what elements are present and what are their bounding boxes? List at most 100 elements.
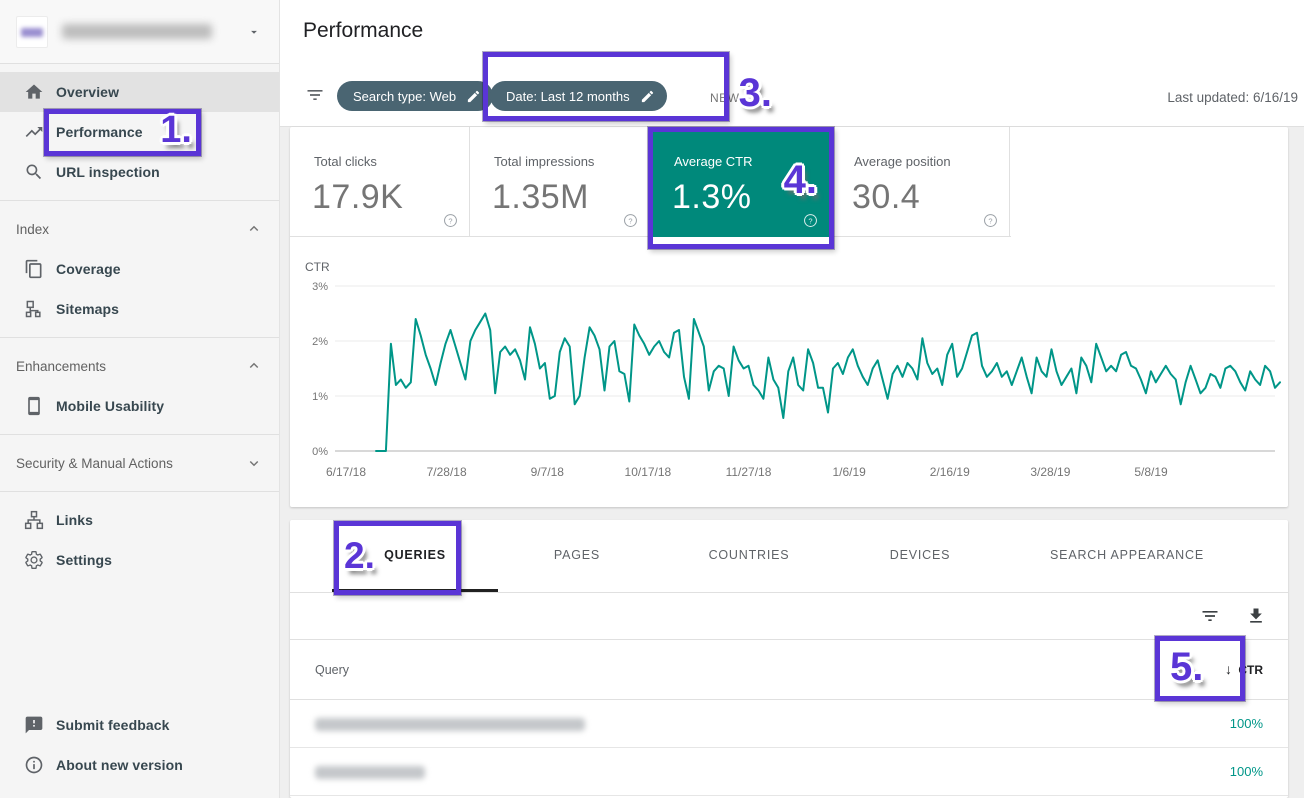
sidebar-section-index[interactable]: Index (0, 209, 279, 249)
sidebar-item-label: Settings (56, 552, 112, 568)
sidebar-item-performance[interactable]: Performance (0, 112, 279, 152)
svg-text:?: ? (628, 216, 632, 225)
divider (0, 434, 279, 435)
sidebar-bottom: Submit feedback About new version (0, 705, 279, 785)
sidebar-item-label: Coverage (56, 261, 121, 277)
sidebar-item-coverage[interactable]: Coverage (0, 249, 279, 289)
mobile-icon (24, 396, 44, 416)
tab-search-appearance[interactable]: SEARCH APPEARANCE (1050, 548, 1204, 562)
date-range-chip[interactable]: Date: Last 12 months (490, 81, 667, 111)
metric-tile-average-position[interactable]: Average position 30.4 ? (830, 127, 1010, 237)
sidebar-item-mobile-usability[interactable]: Mobile Usability (0, 386, 279, 426)
sidebar-item-label: About new version (56, 757, 183, 773)
sidebar-item-about-new-version[interactable]: About new version (0, 745, 279, 785)
links-icon (24, 510, 44, 530)
svg-text:2%: 2% (312, 336, 328, 348)
ctr-value: 100% (1230, 764, 1263, 779)
tab-queries[interactable]: QUERIES (384, 548, 446, 562)
queries-table-card: QUERIES PAGES COUNTRIES DEVICES SEARCH A… (290, 520, 1288, 798)
performance-chart-card: Total clicks 17.9K ? Total impressions 1… (290, 127, 1288, 507)
sidebar-item-label: Submit feedback (56, 717, 170, 733)
sidebar-section-security[interactable]: Security & Manual Actions (0, 443, 279, 483)
metric-tile-total-clicks[interactable]: Total clicks 17.9K ? (290, 127, 470, 237)
svg-text:?: ? (988, 216, 992, 225)
filter-list-icon[interactable] (305, 85, 325, 105)
search-type-chip[interactable]: Search type: Web (337, 81, 493, 111)
ctr-value: 100% (1230, 716, 1263, 731)
top-header: Performance (280, 0, 1304, 64)
last-updated-text: Last updated: 6/16/19 (1167, 90, 1298, 105)
tab-pages[interactable]: PAGES (554, 548, 600, 562)
download-icon[interactable] (1246, 606, 1266, 626)
edit-pencil-icon[interactable] (640, 89, 655, 104)
help-icon[interactable]: ? (803, 213, 818, 228)
property-url-blurred (62, 24, 212, 39)
help-icon[interactable]: ? (623, 213, 638, 228)
metric-tile-average-ctr[interactable]: Average CTR 1.3% ? (650, 127, 830, 237)
sidebar-item-settings[interactable]: Settings (0, 540, 279, 580)
search-icon (24, 162, 44, 182)
search-console-app: Overview Performance URL inspection Inde… (0, 0, 1304, 798)
table-row[interactable]: 100% (290, 700, 1288, 748)
dropdown-caret-icon[interactable] (247, 25, 261, 39)
help-icon[interactable]: ? (443, 213, 458, 228)
gear-icon (24, 550, 44, 570)
svg-text:1%: 1% (312, 391, 328, 403)
sidebar-item-links[interactable]: Links (0, 500, 279, 540)
ctr-line-chart: 0%1%2%3%CTR6/17/187/28/189/7/1810/17/181… (290, 255, 1288, 500)
chevron-up-icon (245, 357, 263, 375)
feedback-icon (24, 715, 44, 735)
sidebar-section-enhancements[interactable]: Enhancements (0, 346, 279, 386)
property-selector[interactable] (0, 0, 279, 64)
sidebar-item-url-inspection[interactable]: URL inspection (0, 152, 279, 192)
main-area: Performance Search type: Web Date: Last … (280, 0, 1304, 798)
svg-text:5/8/19: 5/8/19 (1134, 465, 1168, 479)
sidebar-item-label: Overview (56, 84, 119, 100)
sidebar-item-label: Sitemaps (56, 301, 119, 317)
home-icon (24, 82, 44, 102)
divider (0, 200, 279, 201)
svg-text:?: ? (808, 216, 812, 225)
svg-text:2/16/19: 2/16/19 (930, 465, 970, 479)
svg-text:10/17/18: 10/17/18 (625, 465, 672, 479)
sidebar-item-label: Performance (56, 124, 143, 140)
sidebar-item-label: Mobile Usability (56, 398, 164, 414)
blurred-query-text (315, 718, 585, 731)
sidebar-item-submit-feedback[interactable]: Submit feedback (0, 705, 279, 745)
trending-up-icon (24, 122, 44, 142)
sort-descending-arrow-icon[interactable]: ↓ (1225, 661, 1232, 677)
svg-text:3%: 3% (312, 281, 328, 293)
active-tab-underline (332, 589, 498, 592)
svg-text:6/17/18: 6/17/18 (326, 465, 366, 479)
sidebar-item-overview[interactable]: Overview (0, 72, 279, 112)
ctr-column-header[interactable]: CTR (1238, 663, 1263, 677)
svg-text:11/27/18: 11/27/18 (726, 465, 772, 479)
tab-countries[interactable]: COUNTRIES (709, 548, 790, 562)
property-logo (16, 16, 48, 48)
table-filter-icon[interactable] (1200, 606, 1220, 626)
table-header-row: Query ↓ CTR (290, 640, 1288, 700)
svg-text:CTR: CTR (305, 260, 330, 274)
filter-bar: Search type: Web Date: Last 12 months NE… (280, 64, 1304, 127)
info-icon (24, 755, 44, 775)
sidebar-item-label: Links (56, 512, 93, 528)
sidebar-item-sitemaps[interactable]: Sitemaps (0, 289, 279, 329)
dimension-tabs: QUERIES PAGES COUNTRIES DEVICES SEARCH A… (290, 520, 1288, 593)
edit-pencil-icon[interactable] (466, 89, 481, 104)
sidebar: Overview Performance URL inspection Inde… (0, 0, 280, 798)
divider (0, 337, 279, 338)
help-icon[interactable]: ? (983, 213, 998, 228)
metric-tile-total-impressions[interactable]: Total impressions 1.35M ? (470, 127, 650, 237)
svg-text:3/28/19: 3/28/19 (1030, 465, 1070, 479)
sitemaps-icon (24, 299, 44, 319)
page-title: Performance (303, 19, 423, 43)
svg-text:1/6/19: 1/6/19 (832, 465, 866, 479)
sidebar-nav: Overview Performance URL inspection Inde… (0, 72, 279, 580)
table-row[interactable]: 100% (290, 748, 1288, 796)
tab-devices[interactable]: DEVICES (890, 548, 950, 562)
chevron-up-icon (245, 220, 263, 238)
metric-tiles: Total clicks 17.9K ? Total impressions 1… (290, 127, 1011, 237)
query-column-header[interactable]: Query (315, 663, 349, 677)
chevron-down-icon (245, 454, 263, 472)
sidebar-item-label: URL inspection (56, 164, 160, 180)
